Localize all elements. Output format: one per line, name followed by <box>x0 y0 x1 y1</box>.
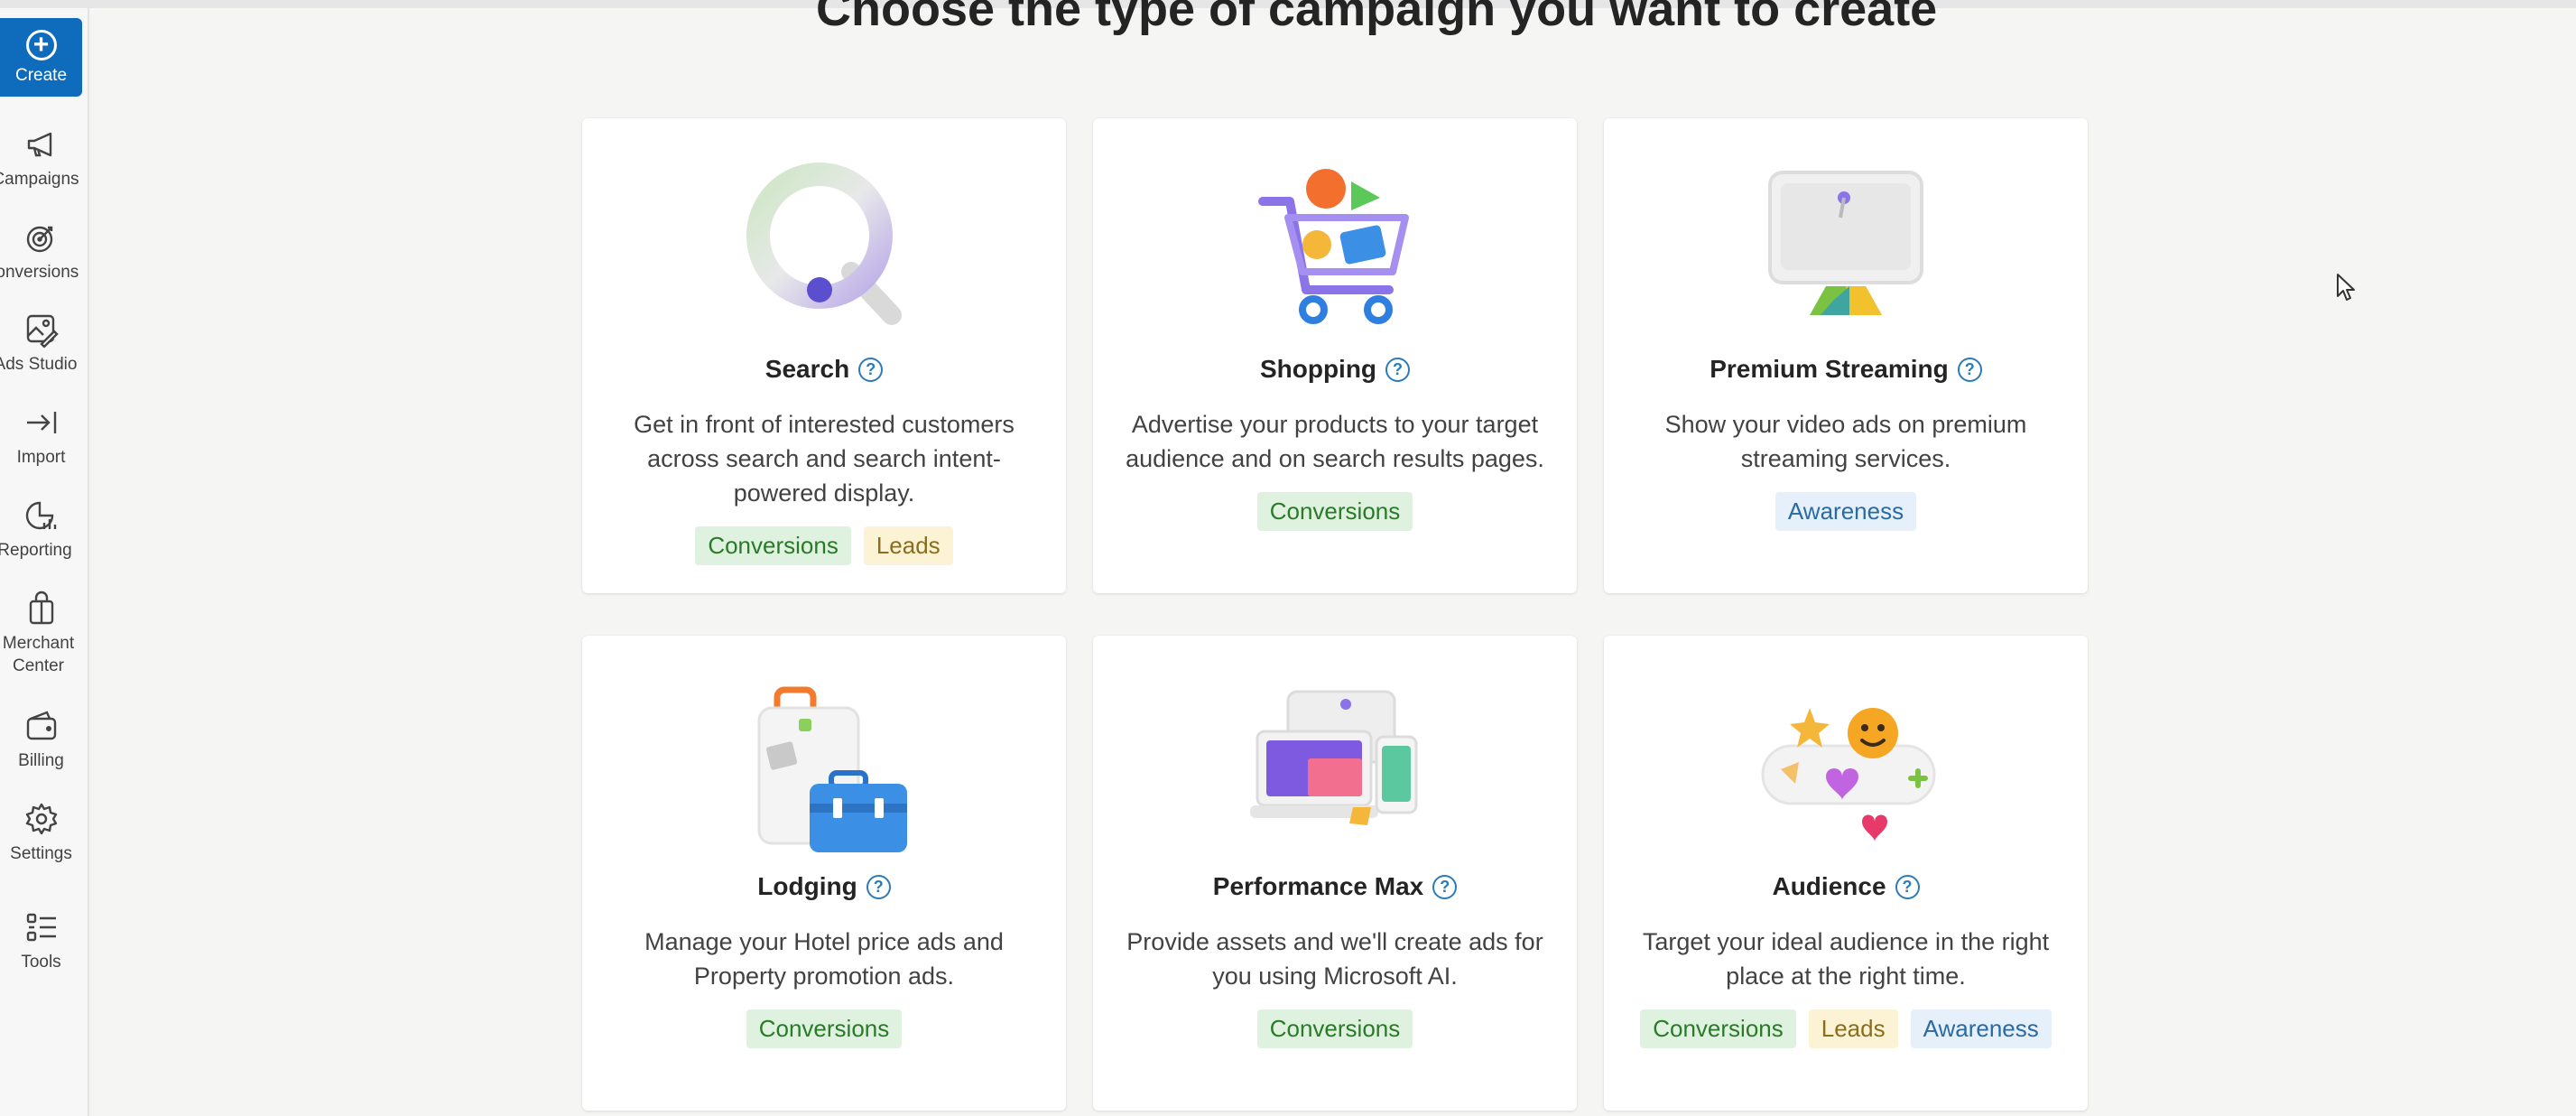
card-tags: Conversions Leads Awareness <box>1640 1009 2052 1048</box>
mouse-cursor-icon <box>2337 274 2355 301</box>
help-icon[interactable]: ? <box>1432 874 1458 899</box>
magnifier-illustration-icon <box>746 163 902 325</box>
card-description: Show your video ads on premium streaming… <box>1664 411 2027 472</box>
image-edit-icon <box>26 314 59 348</box>
card-title-text: Premium Streaming <box>1710 355 1949 383</box>
card-title: Lodging ? <box>757 872 891 901</box>
sidebar-item-label: Campaigns <box>0 170 79 189</box>
sidebar-item-label: Tools <box>21 953 61 972</box>
sidebar-item-label: Import <box>16 448 66 467</box>
shopping-bag-icon <box>29 591 53 625</box>
sidebar-item-tools[interactable]: Tools <box>0 909 82 996</box>
conversions-tag: Conversions <box>746 1009 903 1048</box>
card-description: Target your ideal audience in the right … <box>1642 928 2050 990</box>
campaign-card-shopping[interactable]: Shopping ? Advertise your products to yo… <box>1093 118 1577 593</box>
card-title-text: Lodging <box>757 872 857 900</box>
sidebar-item-label: Settings <box>10 844 72 863</box>
import-arrow-icon <box>26 412 56 433</box>
megaphone-icon <box>27 132 51 157</box>
wallet-icon <box>26 711 56 740</box>
sidebar-item-import[interactable]: Import <box>0 405 82 491</box>
card-description: Provide assets and we'll create ads for … <box>1126 928 1543 990</box>
campaign-card-premium-streaming[interactable]: Premium Streaming ? Show your video ads … <box>1604 118 2088 593</box>
card-tags: Awareness <box>1774 492 1917 531</box>
left-nav-sidebar: + Create Campaigns Conversions Ads Studi… <box>0 8 89 1116</box>
card-title-text: Shopping <box>1259 355 1377 383</box>
sidebar-item-settings[interactable]: Settings <box>0 801 82 888</box>
card-title: Audience ? <box>1772 872 1920 901</box>
card-tags: Conversions <box>1256 1009 1413 1048</box>
card-title: Shopping ? <box>1259 355 1411 384</box>
help-icon[interactable]: ? <box>1957 357 1982 382</box>
conversions-tag: Conversions <box>695 526 851 565</box>
card-tags: Conversions Leads <box>695 526 953 565</box>
sidebar-item-reporting[interactable]: Reporting <box>0 498 82 584</box>
target-icon <box>26 226 52 253</box>
devices-illustration-icon <box>1250 690 1418 825</box>
campaign-card-performance-max[interactable]: Performance Max ? Provide assets and we'… <box>1093 636 1577 1111</box>
campaign-card-lodging[interactable]: Lodging ? Manage your Hotel price ads an… <box>582 636 1066 1111</box>
leads-tag: Leads <box>1808 1009 1898 1048</box>
report-chart-icon <box>25 501 56 530</box>
card-tags: Conversions <box>1256 492 1413 531</box>
sidebar-item-label: Conversions <box>0 263 79 282</box>
card-tags: Conversions <box>746 1009 903 1048</box>
sidebar-item-billing[interactable]: Billing <box>0 708 82 795</box>
audience-illustration-icon <box>1761 708 1936 842</box>
campaign-card-audience[interactable]: Audience ? Target your ideal audience in… <box>1604 636 2088 1111</box>
awareness-tag: Awareness <box>1910 1009 2052 1048</box>
card-description: Get in front of interested customers acr… <box>634 411 1015 507</box>
card-title: Search ? <box>764 355 884 384</box>
help-icon[interactable]: ? <box>1895 874 1920 899</box>
card-description: Advertise your products to your target a… <box>1126 411 1544 472</box>
sidebar-item-label: Merchant Center <box>2 634 75 675</box>
create-button[interactable]: + Create <box>0 18 82 97</box>
sidebar-item-merchant-center[interactable]: Merchant Center <box>0 591 82 699</box>
card-title-text: Performance Max <box>1212 872 1424 900</box>
sidebar-item-label: Reporting <box>0 541 72 560</box>
card-description: Manage your Hotel price ads and Property… <box>644 928 1004 990</box>
conversions-tag: Conversions <box>1256 1009 1413 1048</box>
card-title-text: Search <box>764 355 850 383</box>
awareness-tag: Awareness <box>1774 492 1917 531</box>
gear-icon <box>25 803 57 835</box>
shopping-cart-illustration-icon <box>1258 169 1409 324</box>
help-icon[interactable]: ? <box>1385 357 1411 382</box>
main-content: Choose the type of campaign you want to … <box>91 0 2576 1116</box>
sidebar-item-conversions[interactable]: Conversions <box>0 219 82 306</box>
card-title: Performance Max ? <box>1212 872 1458 901</box>
luggage-illustration-icon <box>757 686 907 852</box>
plus-circle-icon: + <box>25 29 57 60</box>
conversions-tag: Conversions <box>1640 1009 1796 1048</box>
sidebar-item-label: Billing <box>18 751 64 770</box>
campaign-card-search[interactable]: Search ? Get in front of interested cust… <box>582 118 1066 593</box>
sidebar-item-campaigns[interactable]: Campaigns <box>0 126 82 213</box>
sidebar-item-ads-studio[interactable]: Ads Studio <box>0 312 82 398</box>
card-title: Premium Streaming ? <box>1710 355 1982 384</box>
monitor-illustration-icon <box>1768 171 1923 315</box>
list-icon <box>26 913 56 942</box>
sidebar-item-label: Ads Studio <box>0 355 78 374</box>
card-title-text: Audience <box>1772 872 1886 900</box>
conversions-tag: Conversions <box>1256 492 1413 531</box>
help-icon[interactable]: ? <box>858 357 884 382</box>
help-icon[interactable]: ? <box>866 874 891 899</box>
create-label: Create <box>14 65 68 85</box>
leads-tag: Leads <box>863 526 953 565</box>
